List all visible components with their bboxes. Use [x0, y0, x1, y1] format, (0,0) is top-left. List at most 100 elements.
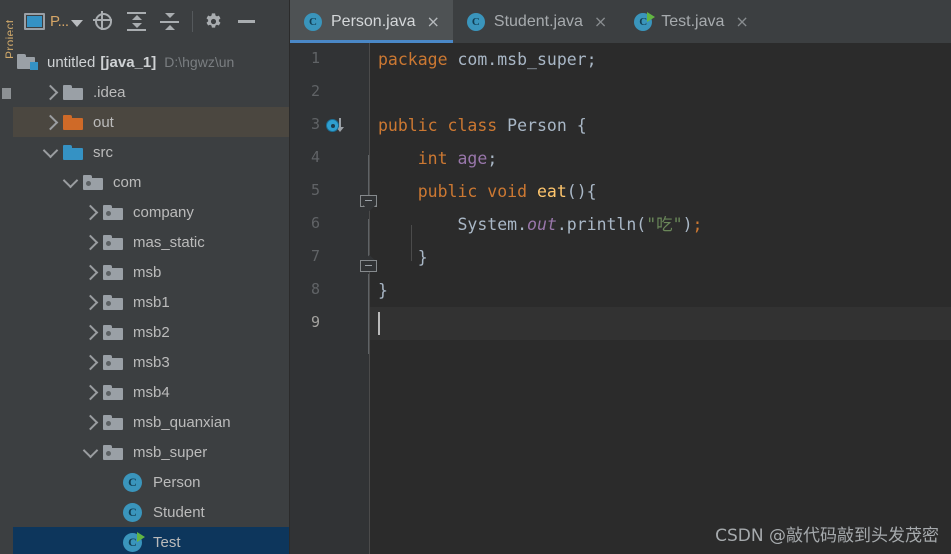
token-keyword: class: [447, 116, 498, 135]
intellij-idea-window: Project P... untitled [java_1] D:\hgwz\u…: [0, 0, 951, 554]
tree-expander[interactable]: [77, 324, 103, 340]
package-icon: [103, 294, 123, 310]
expand-all-icon: [127, 11, 147, 32]
tree-item-msb4[interactable]: msb4: [13, 377, 290, 407]
editor-tab-label: Student.java: [493, 12, 583, 30]
tree-expander[interactable]: [37, 84, 63, 100]
tree-item-msb2[interactable]: msb2: [13, 317, 290, 347]
chevron-right-icon: [82, 264, 98, 280]
tree-item-icon-wrap: C: [123, 531, 148, 552]
tree-item-label: msb3: [133, 353, 170, 371]
project-tree[interactable]: untitled [java_1] D:\hgwz\un .idea out src com…: [13, 47, 290, 554]
expand-all-button[interactable]: [123, 7, 151, 37]
tree-item-label: msb_quanxian: [133, 413, 231, 431]
structure-tool-window-button[interactable]: [2, 88, 11, 99]
runnable-class-icon: C: [123, 531, 145, 552]
tree-expander[interactable]: [77, 264, 103, 280]
tree-item-student[interactable]: C Student: [13, 497, 290, 527]
line-number: 7: [310, 247, 320, 265]
tree-expander[interactable]: [37, 142, 63, 158]
editor-tab-student-java[interactable]: C Student.java ×: [453, 0, 620, 43]
close-icon[interactable]: ×: [427, 13, 440, 30]
fold-rail: [368, 274, 369, 354]
hide-panel-button[interactable]: [233, 7, 261, 37]
tree-item-icon-wrap: [103, 354, 128, 370]
tree-item-label: Person: [153, 473, 201, 491]
project-view-selector-button[interactable]: P...: [22, 7, 85, 37]
tree-item-label: out: [93, 113, 114, 131]
package-icon: [103, 324, 123, 340]
tree-item-com[interactable]: com: [13, 167, 290, 197]
select-opened-file-button[interactable]: [90, 7, 118, 37]
tree-item-label: company: [133, 203, 194, 221]
tree-item-person[interactable]: C Person: [13, 467, 290, 497]
line-number: 3: [310, 115, 320, 133]
chevron-right-icon: [42, 84, 58, 100]
tree-item-icon-wrap: [103, 324, 128, 340]
tree-expander[interactable]: [77, 442, 103, 458]
tree-expander[interactable]: [77, 384, 103, 400]
tree-expander[interactable]: [77, 294, 103, 310]
tree-expander[interactable]: [77, 414, 103, 430]
editor-gutter[interactable]: 1 2 3 4 5 6 7 8 9: [290, 43, 377, 554]
code-line-9[interactable]: [370, 307, 951, 340]
panel-settings-button[interactable]: [200, 7, 228, 37]
tree-item-msb[interactable]: msb: [13, 257, 290, 287]
code-content[interactable]: } } System.out.println("吃"); public void…: [370, 43, 951, 554]
tree-item-path: D:\hgwz\un: [164, 54, 235, 70]
code-editor[interactable]: 1 2 3 4 5 6 7 8 9 } } System.out.println("吃"); p…: [290, 43, 951, 554]
tree-item-untitled[interactable]: untitled [java_1] D:\hgwz\un: [13, 47, 290, 77]
tree-expander[interactable]: [77, 204, 103, 220]
close-icon[interactable]: ×: [594, 13, 607, 30]
token-keyword: public: [378, 116, 438, 135]
chevron-right-icon: [82, 204, 98, 220]
token-type: int: [417, 149, 448, 168]
editor-tab-person-java[interactable]: C Person.java ×: [290, 0, 453, 43]
tree-item-msb_super[interactable]: msb_super: [13, 437, 290, 467]
editor-tab-label: Person.java: [331, 12, 416, 30]
tree-item-icon-wrap: [103, 204, 128, 220]
code-line-4[interactable]: int age;: [370, 142, 951, 175]
tree-expander[interactable]: [57, 172, 83, 188]
token-keyword: package: [378, 50, 448, 69]
code-line-5[interactable]: public void eat(){: [370, 175, 951, 208]
tree-item-msb1[interactable]: msb1: [13, 287, 290, 317]
chevron-down-icon: [82, 442, 98, 458]
code-line-2[interactable]: [370, 76, 951, 109]
module-icon: [17, 54, 38, 70]
line-number: 4: [310, 148, 320, 166]
tree-item-label: src: [93, 143, 113, 161]
tree-item-label: msb4: [133, 383, 170, 401]
tree-item-test[interactable]: C Test: [13, 527, 290, 554]
code-line-8[interactable]: }: [370, 274, 951, 307]
code-line-1[interactable]: package com.msb_super;: [370, 43, 951, 76]
tree-item-mas_static[interactable]: mas_static: [13, 227, 290, 257]
tree-item-out[interactable]: out: [13, 107, 290, 137]
tree-item-icon-wrap: [103, 444, 128, 460]
tree-item-msb3[interactable]: msb3: [13, 347, 290, 377]
tree-expander[interactable]: [77, 354, 103, 370]
token-package-name: com.msb_super;: [447, 50, 597, 69]
token-static-field: out: [527, 215, 557, 234]
tree-item-label: Student: [153, 503, 205, 521]
editor-tab-test-java[interactable]: C Test.java ×: [620, 0, 762, 43]
tree-item-src[interactable]: src: [13, 137, 290, 167]
close-icon[interactable]: ×: [735, 13, 748, 30]
code-line-3[interactable]: public class Person {: [370, 109, 951, 142]
package-icon: [103, 444, 123, 460]
class-icon: C: [304, 12, 322, 31]
tree-item--idea[interactable]: .idea: [13, 77, 290, 107]
code-line-6[interactable]: System.out.println("吃");: [370, 208, 951, 241]
code-line-7[interactable]: }: [370, 241, 951, 274]
tree-expander[interactable]: [37, 114, 63, 130]
tree-item-label: Test: [153, 533, 181, 551]
tree-item-msb_quanxian[interactable]: msb_quanxian: [13, 407, 290, 437]
gear-icon: [204, 12, 223, 31]
editor-tab-label: Test.java: [661, 12, 725, 30]
token-class-name: Person: [507, 116, 567, 135]
tree-item-company[interactable]: company: [13, 197, 290, 227]
tree-expander[interactable]: [77, 234, 103, 250]
chevron-right-icon: [82, 234, 98, 250]
tree-item-icon-wrap: C: [123, 472, 148, 492]
collapse-all-button[interactable]: [156, 7, 184, 37]
